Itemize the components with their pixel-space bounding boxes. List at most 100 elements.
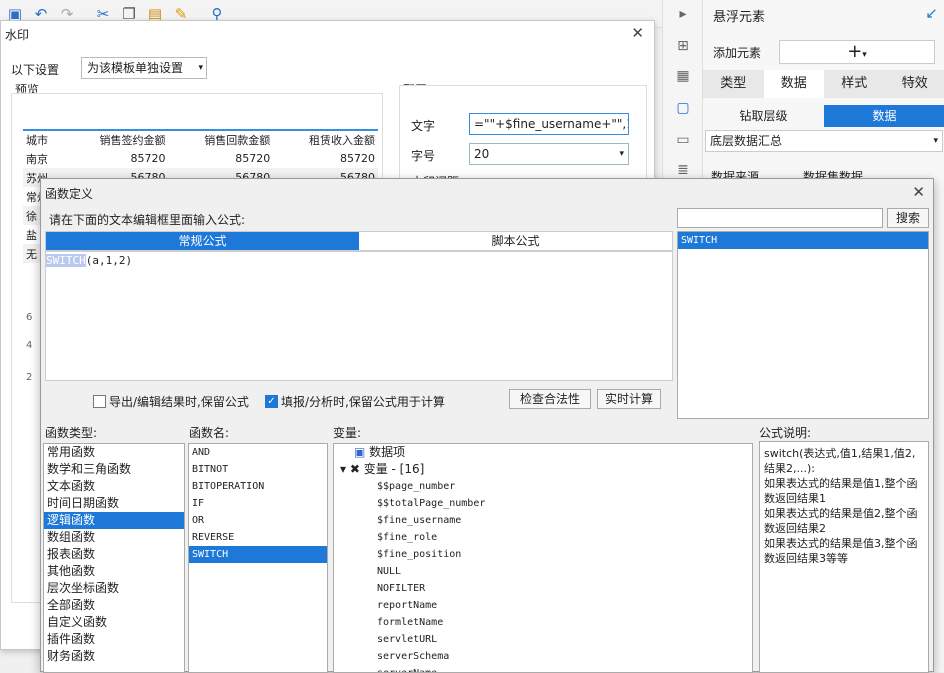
chart-tick: 2	[26, 372, 32, 383]
variable-item[interactable]: $fine_position	[337, 546, 752, 563]
add-element-label: 添加元素	[713, 44, 761, 61]
list-item[interactable]: 文本函数	[44, 478, 184, 495]
panel-tabs: 类型 数据 样式 特效	[703, 70, 944, 98]
search-button[interactable]: 搜索	[887, 208, 929, 228]
fill-keep-formula-checkbox[interactable]: ✓	[265, 395, 278, 408]
variable-item[interactable]: $fine_role	[337, 529, 752, 546]
aggregation-select[interactable]: 底层数据汇总▾	[705, 130, 943, 152]
header-cell: 销售签约金额	[64, 130, 169, 149]
data-item-icon: ▣	[354, 445, 369, 459]
cell-icon[interactable]: ⊞	[673, 36, 693, 56]
list-item[interactable]: 数学和三角函数	[44, 461, 184, 478]
list-item[interactable]: 插件函数	[44, 631, 184, 648]
list-item[interactable]: IF	[189, 495, 327, 512]
dialog-title: 函数定义	[45, 185, 93, 202]
variable-item[interactable]: formletName	[337, 614, 752, 631]
list-item[interactable]: 数组函数	[44, 529, 184, 546]
text-label: 文字	[411, 117, 435, 134]
subtab-drill[interactable]: 钻取层级	[703, 105, 824, 127]
collapse-arrow-icon[interactable]: ▸	[673, 4, 693, 24]
search-results: SWITCH	[677, 231, 929, 419]
list-item[interactable]: 全部函数	[44, 597, 184, 614]
function-dialog: 函数定义 ✕ 请在下面的文本编辑框里面输入公式: 搜索 常规公式 脚本公式 SW…	[40, 178, 934, 672]
list-item[interactable]: 常用函数	[44, 444, 184, 461]
formula-prompt: 请在下面的文本编辑框里面输入公式:	[49, 211, 245, 228]
expand-icon[interactable]: ▾ ✖	[340, 462, 364, 476]
variable-item[interactable]: $fine_username	[337, 512, 752, 529]
table-header-row: 城市 销售签约金额 销售回款金额 租赁收入金额	[23, 130, 378, 149]
function-type-list: 常用函数数学和三角函数文本函数时间日期函数逻辑函数数组函数报表函数其他函数层次坐…	[43, 443, 185, 673]
chart-icon[interactable]: ▦	[673, 66, 693, 86]
formula-function: SWITCH	[46, 254, 86, 267]
tab-style[interactable]: 样式	[824, 70, 885, 98]
panel-title: 悬浮元素	[713, 6, 765, 25]
check-validity-button[interactable]: 检查合法性	[509, 389, 591, 409]
subtab-data[interactable]: 数据	[824, 105, 944, 127]
variable-item[interactable]: $$page_number	[337, 478, 752, 495]
formula-description: switch(表达式,值1,结果1,值2,结果2,...): 如果表达式的结果是…	[759, 441, 929, 673]
list-item[interactable]: 逻辑函数	[44, 512, 184, 529]
formula-tabs: 常规公式 脚本公式	[45, 231, 673, 251]
variable-item[interactable]: serverSchema	[337, 648, 752, 665]
description-label: 公式说明:	[759, 424, 811, 441]
list-item[interactable]: SWITCH	[678, 232, 928, 249]
variable-item[interactable]: reportName	[337, 597, 752, 614]
variable-item[interactable]: $$totalPage_number	[337, 495, 752, 512]
list-item[interactable]: BITOPERATION	[189, 478, 327, 495]
tree-node-data-items[interactable]: ▣ 数据项	[334, 444, 752, 461]
tab-type[interactable]: 类型	[703, 70, 764, 98]
realtime-calc-button[interactable]: 实时计算	[597, 389, 661, 409]
formula-editor[interactable]: SWITCH(a,1,2)	[45, 251, 673, 381]
variable-label: 变量:	[333, 424, 361, 441]
tab-effect[interactable]: 特效	[885, 70, 944, 98]
table-row: 南京857208572085720	[23, 149, 378, 168]
chart-tick: 4	[26, 340, 32, 351]
variable-item[interactable]: NOFILTER	[337, 580, 752, 597]
header-cell: 销售回款金额	[168, 130, 273, 149]
search-input[interactable]	[677, 208, 883, 228]
layer-icon[interactable]: ≣	[673, 160, 693, 180]
close-icon[interactable]: ✕	[912, 183, 925, 201]
add-element-button[interactable]: +▾	[779, 40, 935, 64]
list-item[interactable]: 层次坐标函数	[44, 580, 184, 597]
widget-icon[interactable]: ▭	[673, 130, 693, 150]
list-item[interactable]: 报表函数	[44, 546, 184, 563]
variable-item[interactable]: NULL	[337, 563, 752, 580]
header-cell: 城市	[23, 130, 64, 149]
list-item[interactable]: 财务函数	[44, 648, 184, 665]
chart-tick: 6	[26, 312, 32, 323]
settings-label: 以下设置	[11, 61, 59, 78]
function-type-label: 函数类型:	[45, 424, 97, 441]
watermark-text-input[interactable]: =""+$fine_username+"",1,1)	[469, 113, 629, 135]
formula-args: (a,1,2)	[86, 254, 132, 267]
variable-item[interactable]: servletURL	[337, 631, 752, 648]
pin-icon[interactable]: ↙	[925, 4, 938, 22]
dialog-title: 水印	[5, 26, 29, 43]
subtabs: 钻取层级 数据	[703, 105, 944, 127]
cell: 南京	[23, 149, 64, 168]
list-item[interactable]: 其他函数	[44, 563, 184, 580]
tab-script-formula[interactable]: 脚本公式	[359, 232, 672, 250]
list-item[interactable]: SWITCH	[189, 546, 327, 563]
function-name-list: ANDBITNOTBITOPERATIONIFORREVERSESWITCH	[188, 443, 328, 673]
cell: 85720	[273, 149, 378, 168]
list-item[interactable]: BITNOT	[189, 461, 327, 478]
cell: 85720	[168, 149, 273, 168]
list-item[interactable]: OR	[189, 512, 327, 529]
font-size-label: 字号	[411, 147, 435, 164]
settings-select[interactable]: 为该模板单独设置▾	[81, 57, 207, 79]
list-item[interactable]: AND	[189, 444, 327, 461]
list-item[interactable]: 自定义函数	[44, 614, 184, 631]
tab-normal-formula[interactable]: 常规公式	[46, 232, 359, 250]
tree-node-variables[interactable]: ▾ ✖ 变量 - [16]	[334, 461, 752, 478]
function-name-label: 函数名:	[189, 424, 229, 441]
list-item[interactable]: REVERSE	[189, 529, 327, 546]
tab-data[interactable]: 数据	[764, 70, 825, 98]
export-keep-formula-checkbox[interactable]	[93, 395, 106, 408]
font-size-select[interactable]: 20▾	[469, 143, 629, 165]
fill-keep-formula-label: 填报/分析时,保留公式用于计算	[281, 393, 445, 410]
float-element-icon[interactable]: ▢	[673, 98, 693, 118]
list-item[interactable]: 时间日期函数	[44, 495, 184, 512]
header-cell: 租赁收入金额	[273, 130, 378, 149]
close-icon[interactable]: ✕	[631, 24, 644, 42]
